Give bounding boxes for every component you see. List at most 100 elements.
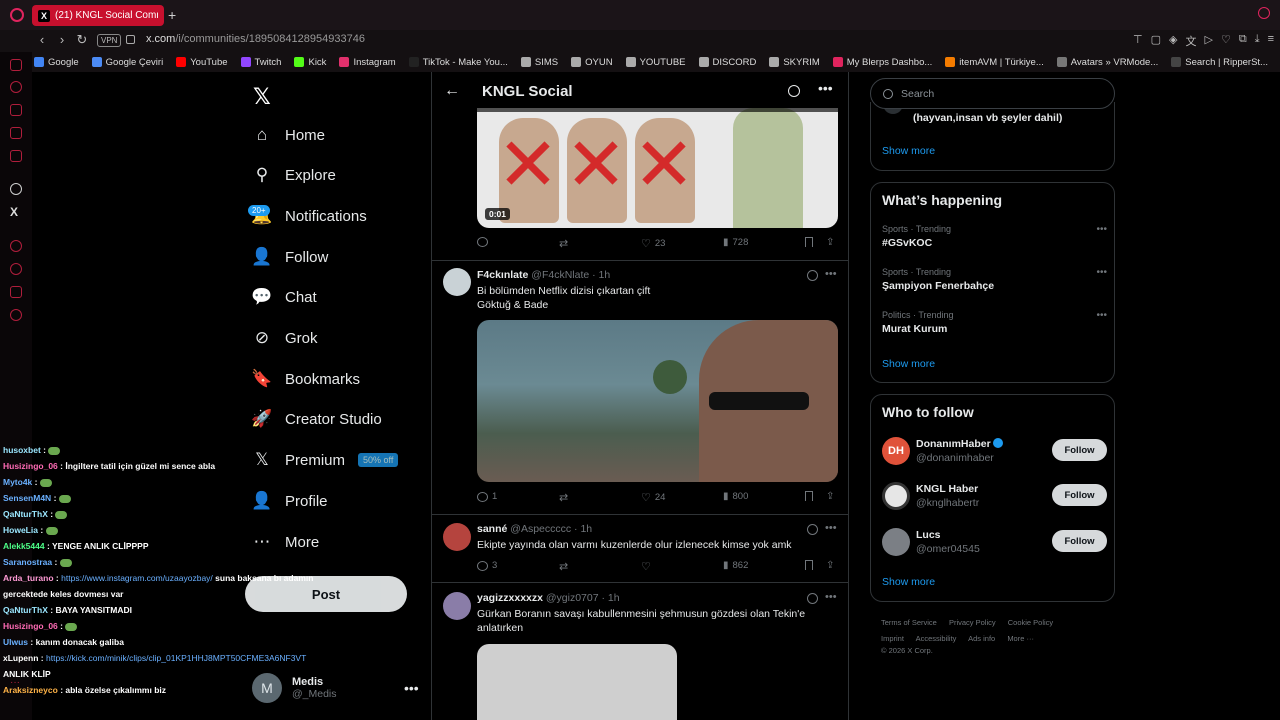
chat-username[interactable]: Husizingo_06 bbox=[3, 461, 58, 471]
bag-icon[interactable] bbox=[10, 104, 22, 116]
nav-item-follow[interactable]: 👤 Follow bbox=[251, 242, 328, 272]
chat-username[interactable]: Saranostraa bbox=[3, 557, 52, 567]
heart-icon[interactable]: ♡ bbox=[1221, 33, 1231, 49]
footer-link[interactable]: Imprint bbox=[881, 634, 904, 643]
nav-item-explore[interactable]: ⚲ Explore bbox=[252, 160, 336, 190]
trend-item[interactable]: Politics · Trending Murat Kurum ••• bbox=[882, 310, 1107, 335]
url-field[interactable]: x.com/i/communities/1895084128954933746 bbox=[146, 33, 365, 45]
trend-more-icon[interactable]: ••• bbox=[1096, 310, 1107, 321]
x-app-icon[interactable]: X bbox=[10, 206, 22, 218]
bookmark-icon[interactable] bbox=[805, 560, 813, 570]
trend-item[interactable]: Sports · Trending #GSvKOC ••• bbox=[882, 224, 1107, 249]
tweet-author-avatar[interactable] bbox=[443, 268, 471, 296]
nav-item-bookmarks[interactable]: 🔖 Bookmarks bbox=[251, 364, 360, 394]
bookmark-item[interactable]: SIMS bbox=[520, 57, 558, 68]
settings-gear-icon[interactable] bbox=[10, 309, 22, 321]
translate-icon[interactable]: 文 bbox=[1186, 33, 1197, 49]
footer-link[interactable]: Ads info bbox=[968, 634, 995, 643]
trend-more-icon[interactable]: ••• bbox=[1096, 224, 1107, 235]
tweet-image[interactable] bbox=[477, 644, 677, 720]
share-icon[interactable]: ⇪ bbox=[826, 560, 834, 571]
chatgpt-icon[interactable] bbox=[10, 183, 22, 195]
chat-username[interactable]: QaNturThX bbox=[3, 605, 48, 615]
player-side-icon[interactable] bbox=[10, 240, 22, 252]
bookmark-item[interactable]: OYUN bbox=[571, 57, 613, 68]
share-icon[interactable]: ⇪ bbox=[826, 491, 834, 502]
tab-search-icon[interactable] bbox=[1258, 7, 1270, 19]
follow-suggestion[interactable]: KNGL Haber @knglhabertr Follow bbox=[882, 482, 1107, 514]
opera-logo-icon[interactable] bbox=[10, 8, 24, 22]
chat-username[interactable]: HoweLia bbox=[3, 525, 38, 535]
trend-item[interactable]: Sports · Trending Şampiyon Fenerbahçe ••… bbox=[882, 267, 1107, 292]
puzzle-icon[interactable] bbox=[10, 286, 22, 298]
account-more-icon[interactable]: ••• bbox=[404, 680, 419, 696]
chat-username[interactable]: SensenM4N bbox=[3, 493, 51, 503]
bookmark-item[interactable]: My Blerps Dashbo... bbox=[832, 57, 932, 68]
community-search-icon[interactable] bbox=[788, 85, 800, 97]
forward-arrow-icon[interactable]: › bbox=[56, 32, 68, 48]
tweet-more-icon[interactable]: ••• bbox=[825, 268, 837, 280]
clock-icon[interactable] bbox=[10, 263, 22, 275]
bookmark-item[interactable]: Twitch bbox=[240, 57, 281, 68]
reply-icon[interactable] bbox=[477, 237, 488, 247]
search-bar[interactable] bbox=[870, 78, 1115, 109]
menu-icon[interactable]: ≡ bbox=[1268, 33, 1274, 49]
nav-item-grok[interactable]: ⊘ Grok bbox=[252, 323, 318, 353]
tweet-author-name[interactable]: sanné bbox=[477, 523, 507, 535]
footer-link[interactable]: More ··· bbox=[1007, 634, 1034, 643]
community-more-icon[interactable]: ••• bbox=[818, 80, 833, 96]
bookmark-item[interactable]: YOUTUBE bbox=[625, 57, 686, 68]
tweet-author-name[interactable]: yagizzxxxxzx bbox=[477, 592, 543, 604]
crossed-icon[interactable] bbox=[10, 127, 22, 139]
chat-username[interactable]: husoxbet bbox=[3, 445, 41, 455]
show-more-link[interactable]: Show more bbox=[882, 358, 935, 370]
vpn-badge[interactable]: VPN bbox=[97, 34, 122, 47]
like-icon[interactable]: ♡ bbox=[641, 491, 651, 504]
player-icon[interactable]: ▷ bbox=[1205, 33, 1213, 49]
bookmark-icon[interactable] bbox=[805, 237, 813, 247]
tweet-author-avatar[interactable] bbox=[443, 592, 471, 620]
bookmark-item[interactable]: Kick bbox=[294, 57, 326, 68]
back-arrow-icon[interactable]: ‹ bbox=[36, 32, 48, 48]
follow-suggestion[interactable]: DH DonanımHaber @donanimhaber Follow bbox=[882, 437, 1107, 469]
chat-username[interactable]: Husizingo_06 bbox=[3, 621, 58, 631]
nav-item-home[interactable]: ⌂ Home bbox=[252, 120, 325, 150]
show-more-link[interactable]: Show more bbox=[882, 576, 935, 588]
chat-username[interactable]: Myto4k bbox=[3, 477, 32, 487]
views-icon[interactable]: ▮ bbox=[723, 560, 729, 571]
views-icon[interactable]: ▮ bbox=[723, 237, 729, 248]
bookmark-item[interactable]: Avatars » VRMode... bbox=[1056, 57, 1158, 68]
mail-icon[interactable] bbox=[10, 59, 22, 71]
tweet-author-handle[interactable]: @Aspeccccc bbox=[510, 523, 571, 535]
back-arrow-icon[interactable]: ← bbox=[444, 82, 460, 100]
footer-link[interactable]: Privacy Policy bbox=[949, 618, 996, 627]
chat-link[interactable]: https://kick.com/minik/clips/clip_01KP1H… bbox=[46, 653, 306, 663]
bookmark-item[interactable]: Google bbox=[34, 57, 79, 68]
bookmark-item[interactable]: TikTok - Make You... bbox=[408, 57, 508, 68]
bookmark-item[interactable]: SKYRIM bbox=[769, 57, 820, 68]
tweet-more-icon[interactable]: ••• bbox=[825, 591, 837, 603]
bookmark-item[interactable]: DISCORD bbox=[698, 57, 756, 68]
lock-icon[interactable] bbox=[126, 35, 135, 44]
chat-username[interactable]: Araksizneyco bbox=[3, 685, 58, 695]
reply-icon[interactable] bbox=[477, 491, 488, 502]
retweet-icon[interactable]: ⇄ bbox=[559, 491, 568, 504]
search-input[interactable] bbox=[901, 87, 1091, 100]
chat-username[interactable]: xLupenn bbox=[3, 653, 38, 663]
bookmark-item[interactable]: Instagram bbox=[339, 57, 396, 68]
tweet-author-name[interactable]: F4ckınlate bbox=[477, 269, 528, 281]
bookmark-item[interactable]: YouTube bbox=[176, 57, 228, 68]
retweet-icon[interactable]: ⇄ bbox=[559, 237, 568, 250]
chat-username[interactable]: Arda_turano bbox=[3, 573, 54, 583]
pin-icon[interactable]: ⊤ bbox=[1133, 33, 1143, 49]
tweet-author-handle[interactable]: @ygiz0707 bbox=[546, 592, 599, 604]
footer-link[interactable]: Cookie Policy bbox=[1008, 618, 1053, 627]
chat-username[interactable]: Alekk5444 bbox=[3, 541, 45, 551]
retweet-icon[interactable]: ⇄ bbox=[559, 560, 568, 573]
nav-item-creator-studio[interactable]: 🚀 Creator Studio bbox=[251, 404, 381, 434]
tweet-time[interactable]: · 1h bbox=[592, 269, 610, 281]
chat-username[interactable]: Ulwus bbox=[3, 637, 28, 647]
grok-explain-icon[interactable] bbox=[807, 270, 818, 281]
bookmark-item[interactable]: itemAVM | Türkiye... bbox=[945, 57, 1044, 68]
extensions-icon[interactable]: ⧉ bbox=[1239, 33, 1247, 49]
